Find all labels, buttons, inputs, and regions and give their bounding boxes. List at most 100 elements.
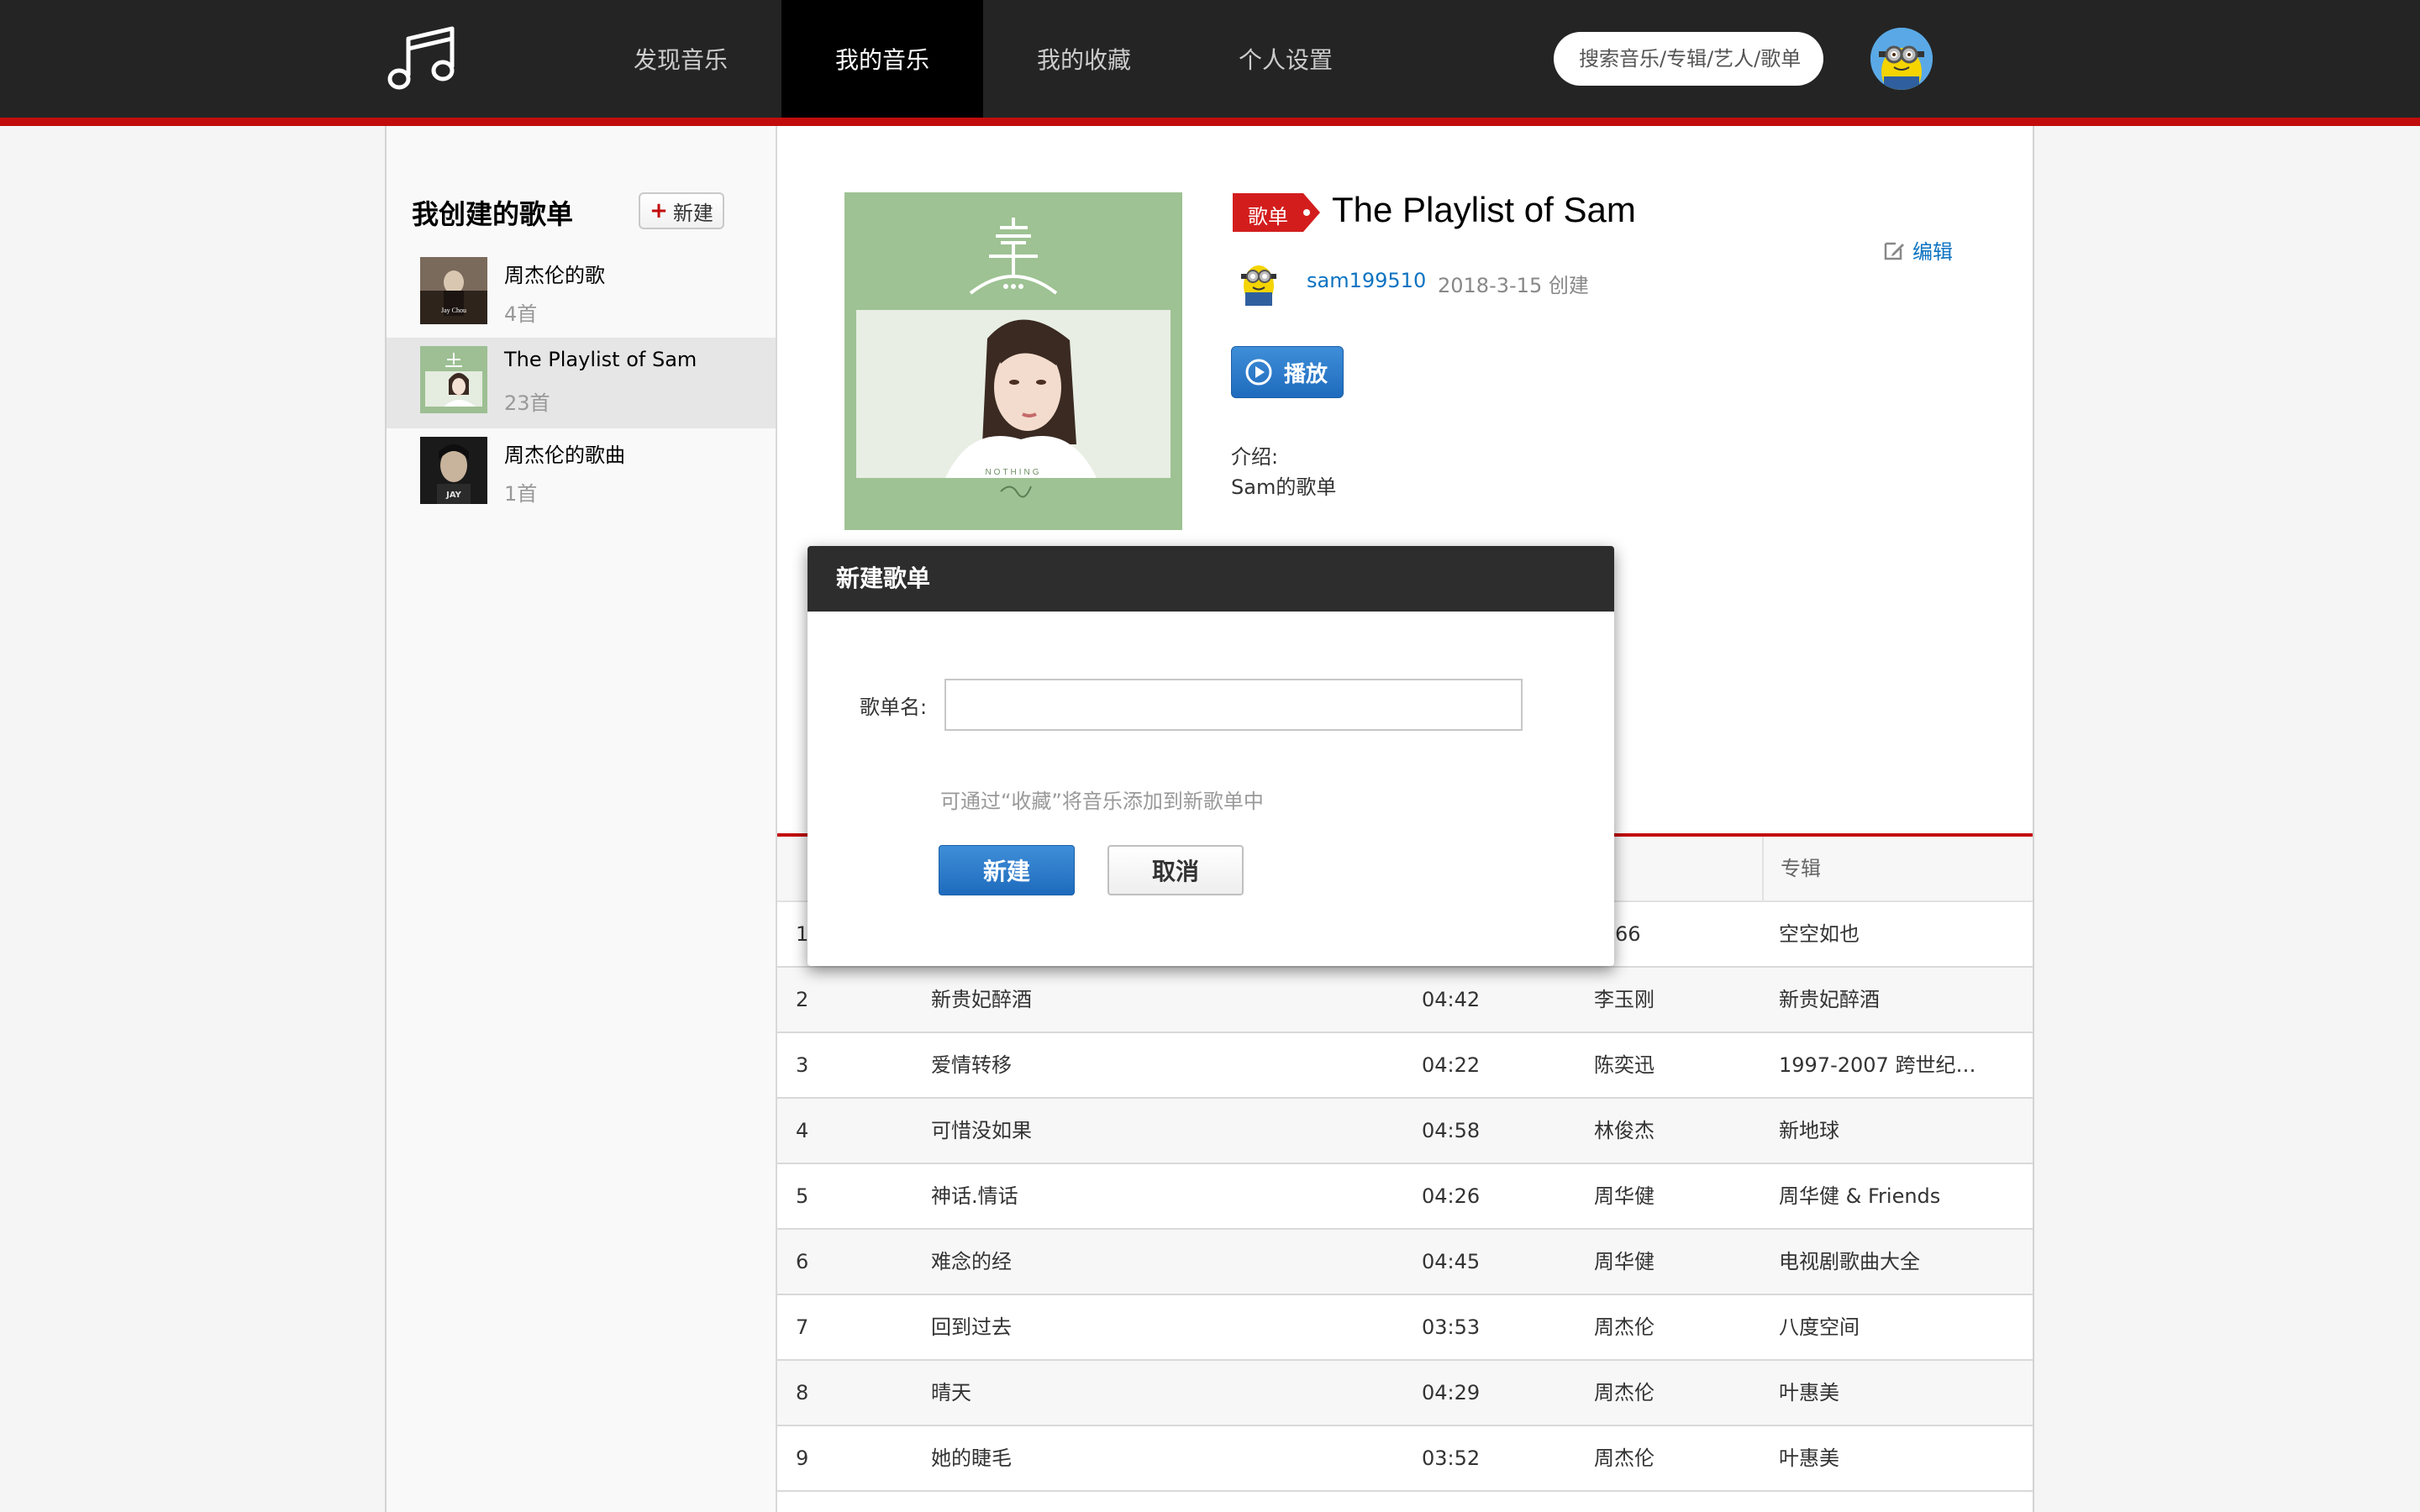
cancel-button[interactable]: 取消 — [1107, 845, 1244, 895]
row-index: 6 — [796, 1250, 809, 1273]
table-row[interactable]: 9 她的睫毛 03:52 周杰伦 叶惠美 — [777, 1426, 2033, 1492]
created-date: 2018-3-15 创建 — [1438, 274, 1589, 297]
nav-accent-line — [0, 118, 2420, 126]
dialog-header[interactable]: 新建歌单 — [808, 546, 1614, 612]
new-playlist-label: 新建 — [672, 201, 713, 225]
playlist-thumbnail: Jay Chou — [420, 257, 487, 324]
song-title[interactable]: 回到过去 — [931, 1295, 1402, 1359]
search-box — [1554, 32, 1823, 86]
song-album[interactable]: 新贵妃醉酒 — [1779, 968, 1997, 1032]
song-title[interactable]: 神话.情话 — [931, 1164, 1402, 1228]
play-label: 播放 — [1284, 361, 1328, 387]
svg-text:JAY: JAY — [445, 491, 462, 500]
song-album[interactable]: 新地球 — [1779, 1099, 1997, 1163]
table-row[interactable]: 2 新贵妃醉酒 04:42 李玉刚 新贵妃醉酒 — [777, 968, 2033, 1033]
song-duration: 03:52 — [1422, 1446, 1481, 1470]
song-artist[interactable]: 周华健 — [1594, 1230, 1762, 1294]
song-album[interactable]: 叶惠美 — [1779, 1361, 1997, 1425]
main-nav: 发现音乐 我的音乐 我的收藏 个人设置 — [580, 0, 1386, 118]
row-index: 4 — [796, 1119, 809, 1142]
table-row[interactable]: 6 难念的经 04:45 周华健 电视剧歌曲大全 — [777, 1230, 2033, 1295]
table-row[interactable]: 5 神话.情话 04:26 周华健 周华健 & Friends — [777, 1164, 2033, 1230]
playlist-name-label: 歌单名: — [860, 696, 928, 719]
playlist-thumbnail: JAY — [420, 437, 487, 504]
song-album[interactable]: 叶惠美 — [1779, 1426, 1997, 1490]
creator-avatar[interactable] — [1231, 254, 1286, 309]
song-duration: 04:42 — [1422, 988, 1481, 1011]
playlist-cover-image: NOTHING — [844, 192, 1182, 530]
create-button[interactable]: 新建 — [939, 845, 1075, 895]
table-row[interactable]: 4 可惜没如果 04:58 林俊杰 新地球 — [777, 1099, 2033, 1164]
nav-my-favorites[interactable]: 我的收藏 — [983, 0, 1185, 118]
playlist-title: The Playlist of Sam — [1332, 190, 1636, 229]
song-album[interactable]: 1997-2007 跨世纪… — [1779, 1033, 1997, 1097]
song-duration: 04:58 — [1422, 1119, 1481, 1142]
intro-label: 介绍: — [1231, 445, 1279, 469]
sidebar-title: 我创建的歌单 — [412, 198, 574, 230]
intro-text: Sam的歌单 — [1231, 475, 1337, 499]
user-avatar[interactable] — [1870, 28, 1933, 90]
svg-text:Jay Chou: Jay Chou — [441, 307, 466, 314]
row-index: 7 — [796, 1315, 809, 1339]
edit-icon — [1884, 242, 1904, 260]
playlist-count: 1首 — [504, 482, 538, 506]
song-title[interactable]: 难念的经 — [931, 1230, 1402, 1294]
plus-icon: + — [650, 198, 668, 223]
playlist-count: 4首 — [504, 302, 538, 326]
play-button[interactable]: 播放 — [1231, 346, 1344, 398]
song-artist[interactable]: 陈奕迅 — [1594, 1033, 1762, 1097]
sidebar-playlist-item[interactable]: JAY 周杰伦的歌曲 1首 — [387, 428, 776, 519]
song-title[interactable]: 晴天 — [931, 1361, 1402, 1425]
top-nav-bar: 发现音乐 我的音乐 我的收藏 个人设置 — [0, 0, 2420, 118]
song-duration: 03:53 — [1422, 1315, 1481, 1339]
table-row[interactable]: 7 回到过去 03:53 周杰伦 八度空间 — [777, 1295, 2033, 1361]
song-album[interactable]: 八度空间 — [1779, 1295, 1997, 1359]
song-artist[interactable]: 周杰伦 — [1594, 1361, 1762, 1425]
row-index: 3 — [796, 1053, 809, 1077]
song-artist[interactable]: 周杰伦 — [1594, 1426, 1762, 1490]
playlist-name-input[interactable] — [944, 679, 1523, 731]
sidebar-playlist-item-active[interactable]: The Playlist of Sam 23首 — [387, 338, 776, 428]
song-album[interactable]: 周华健 & Friends — [1779, 1164, 1997, 1228]
play-circle-icon — [1245, 359, 1272, 386]
playlist-thumbnail — [420, 346, 487, 413]
song-title[interactable]: 爱情转移 — [931, 1033, 1402, 1097]
search-input[interactable] — [1577, 46, 1816, 71]
music-note-logo-icon[interactable] — [385, 24, 457, 96]
nav-settings[interactable]: 个人设置 — [1185, 0, 1386, 118]
edit-button[interactable]: 编辑 — [1882, 235, 1953, 265]
song-artist[interactable]: 周杰伦 — [1594, 1295, 1762, 1359]
song-artist[interactable]: 李玉刚 — [1594, 968, 1762, 1032]
dialog-title: 新建歌单 — [836, 564, 931, 592]
song-duration: 04:45 — [1422, 1250, 1481, 1273]
playlist-tag-badge: 歌单 — [1231, 192, 1323, 234]
table-row[interactable]: 3 爱情转移 04:22 陈奕迅 1997-2007 跨世纪… — [777, 1033, 2033, 1099]
playlist-name: 周杰伦的歌曲 — [504, 444, 625, 467]
row-index: 9 — [796, 1446, 809, 1470]
song-duration: 04:22 — [1422, 1053, 1481, 1077]
table-row[interactable]: 8 晴天 04:29 周杰伦 叶惠美 — [777, 1361, 2033, 1426]
song-title[interactable]: 她的睫毛 — [931, 1426, 1402, 1490]
new-playlist-dialog: 新建歌单 歌单名: 可通过“收藏”将音乐添加到新歌单中 新建 取消 — [808, 546, 1614, 966]
playlist-tag-label: 歌单 — [1248, 205, 1288, 228]
dialog-hint: 可通过“收藏”将音乐添加到新歌单中 — [940, 790, 1264, 813]
song-artist[interactable]: 周华健 — [1594, 1164, 1762, 1228]
sidebar-playlist-item[interactable]: Jay Chou 周杰伦的歌 4首 — [387, 249, 776, 339]
song-artist[interactable]: 66 — [1615, 902, 1699, 966]
row-index: 8 — [796, 1381, 809, 1404]
song-album[interactable]: 电视剧歌曲大全 — [1779, 1230, 1997, 1294]
new-playlist-button[interactable]: + 新建 — [639, 192, 724, 229]
song-title[interactable]: 新贵妃醉酒 — [931, 968, 1402, 1032]
edit-label: 编辑 — [1912, 240, 1953, 264]
song-title[interactable]: 可惜没如果 — [931, 1099, 1402, 1163]
sidebar: 我创建的歌单 + 新建 Jay Chou 周杰伦的歌 4首 The Playli… — [387, 126, 777, 1512]
song-artist[interactable]: 林俊杰 — [1594, 1099, 1762, 1163]
song-album[interactable]: 空空如也 — [1779, 902, 1997, 966]
nav-discover-music[interactable]: 发现音乐 — [580, 0, 781, 118]
creator-name-link[interactable]: sam199510 — [1307, 269, 1426, 292]
playlist-name: 周杰伦的歌 — [504, 264, 605, 287]
svg-text:NOTHING: NOTHING — [985, 468, 1041, 477]
playlist-count: 23首 — [504, 391, 550, 415]
nav-my-music[interactable]: 我的音乐 — [781, 0, 983, 118]
playlist-name: The Playlist of Sam — [504, 348, 697, 371]
